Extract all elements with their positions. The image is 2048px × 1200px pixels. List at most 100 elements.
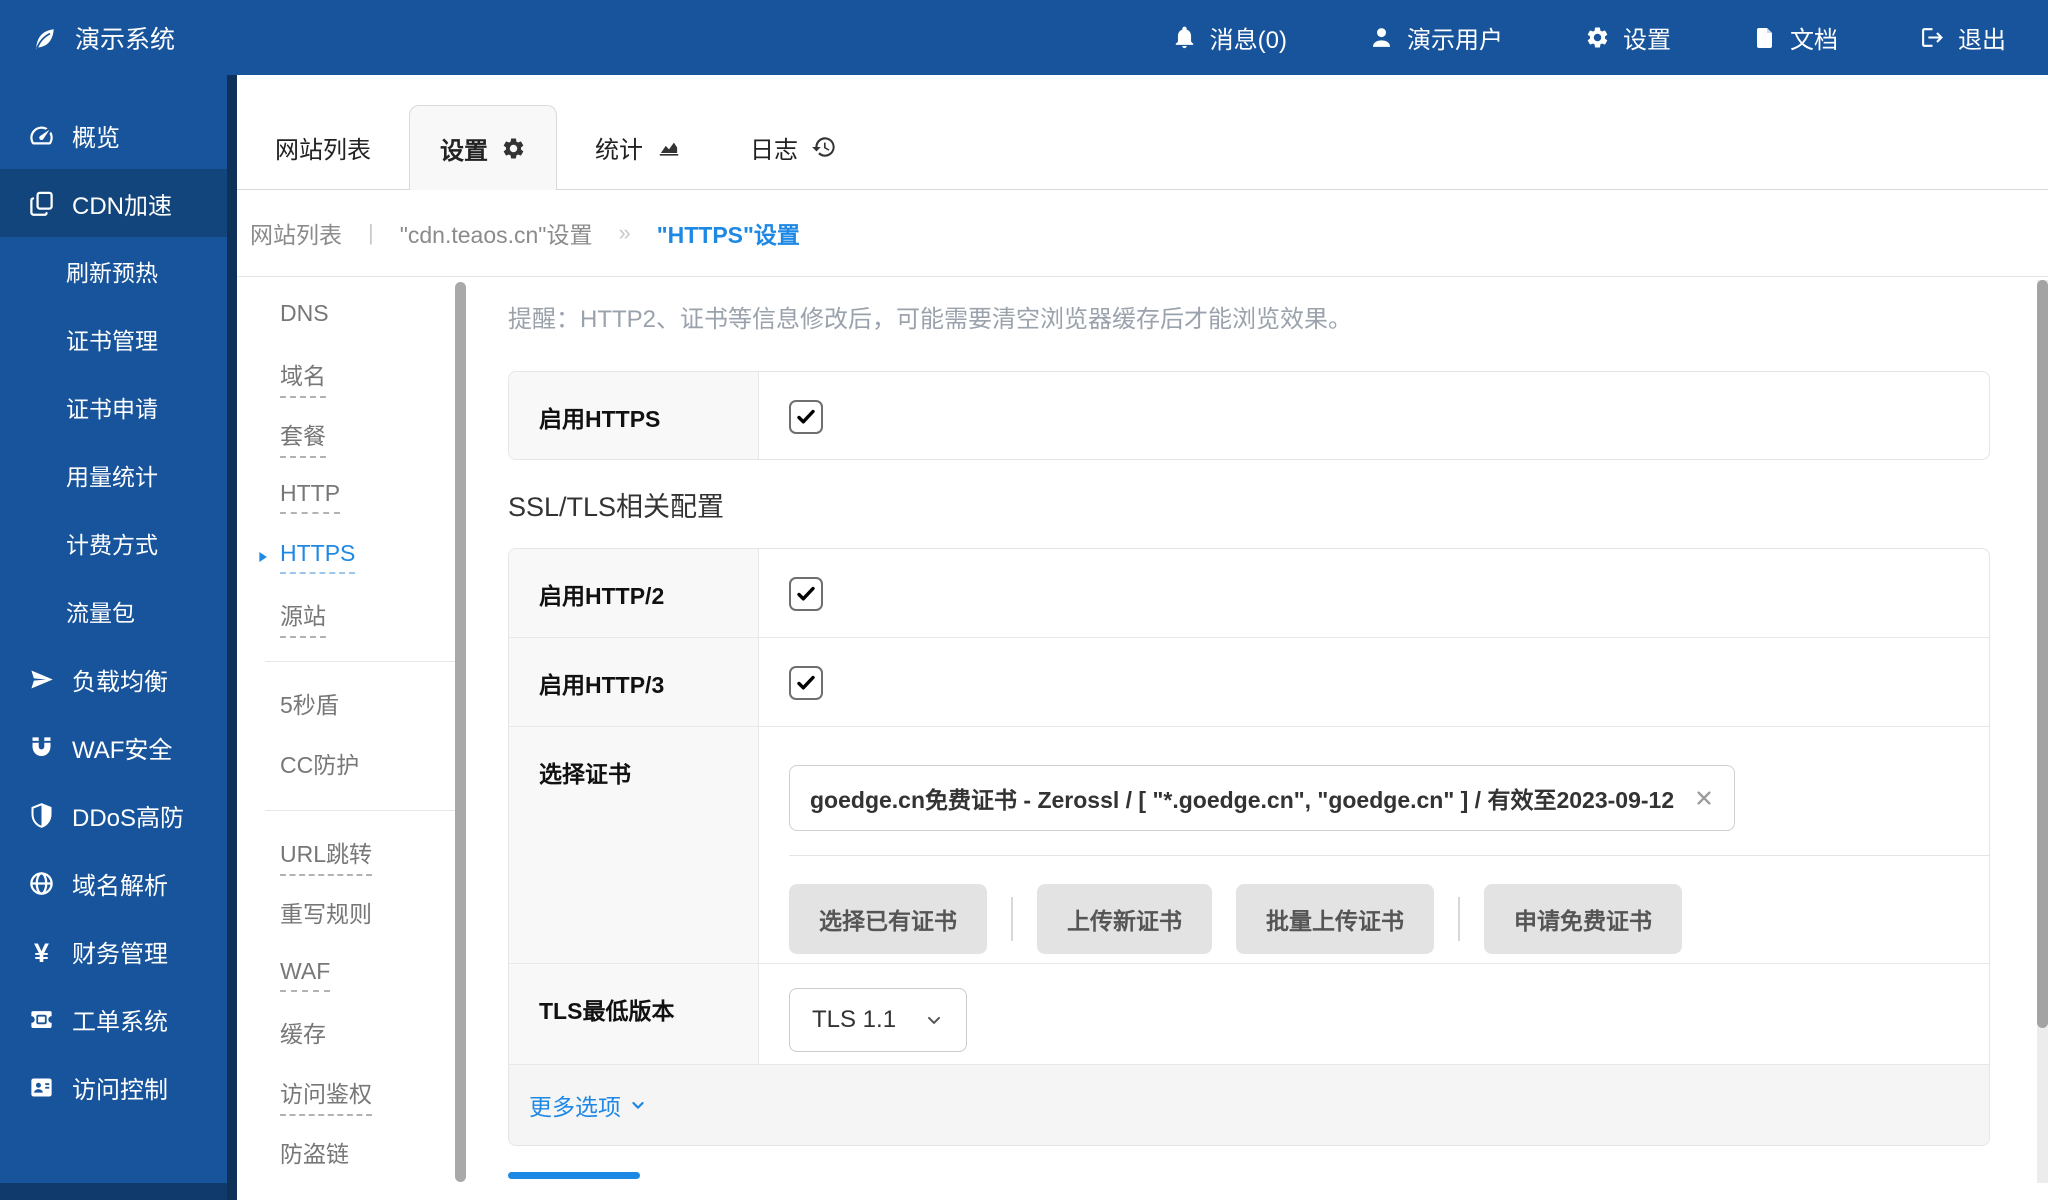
breadcrumb-item-website-list[interactable]: 网站列表	[250, 216, 342, 250]
submenu-item-domain[interactable]: 域名	[237, 347, 455, 407]
page-scrollbar-thumb[interactable]	[2037, 280, 2048, 1028]
sidebar-item-overview[interactable]: 概览	[0, 101, 237, 169]
sidebar-item-label: 域名解析	[72, 866, 168, 901]
tab-bar: 网站列表 设置 统计 日志	[237, 75, 2048, 190]
sidebar-item-refresh-preheat[interactable]: 刷新预热	[0, 237, 237, 305]
user-icon	[1369, 25, 1394, 50]
send-icon	[28, 666, 55, 693]
remove-certificate-icon[interactable]	[1694, 788, 1714, 808]
submenu-item-dns[interactable]: DNS	[237, 287, 455, 347]
http2-checkbox[interactable]	[789, 577, 823, 611]
certificate-tag-text: goedge.cn免费证书 - Zerossl / [ "*.goedge.cn…	[810, 781, 1674, 815]
enable-https-label: 启用HTTPS	[509, 372, 759, 459]
sidebar-item-label: 刷新预热	[66, 254, 158, 288]
submenu-item-cc-protect[interactable]: CC防护	[237, 736, 455, 796]
tls-version-value: TLS 1.1	[759, 964, 1989, 1064]
brand[interactable]: 演示系统	[0, 20, 175, 56]
sidebar-item-label: 流量包	[66, 594, 135, 628]
submenu-item-http[interactable]: HTTP	[237, 467, 455, 527]
submenu-item-5s-shield[interactable]: 5秒盾	[237, 676, 455, 736]
tab-label: 设置	[440, 131, 488, 166]
tab-settings[interactable]: 设置	[409, 105, 557, 190]
submenu-item-url-redirect[interactable]: URL跳转	[237, 825, 455, 885]
breadcrumb-item-https-settings[interactable]: "HTTPS"设置	[657, 216, 800, 250]
submenu-scrollbar[interactable]	[455, 282, 466, 1182]
document-icon	[1753, 26, 1777, 50]
tab-logs[interactable]: 日志	[720, 105, 867, 189]
http3-checkbox[interactable]	[789, 666, 823, 700]
logout-button[interactable]: 退出	[1920, 20, 2006, 55]
certificate-divider	[789, 855, 1989, 856]
sidebar-item-cdn[interactable]: CDN加速	[0, 169, 237, 237]
http2-label: 启用HTTP/2	[509, 549, 759, 637]
sidebar-item-label: 财务管理	[72, 934, 168, 969]
submenu-item-origin[interactable]: 源站	[237, 587, 455, 647]
certificate-value: goedge.cn免费证书 - Zerossl / [ "*.goedge.cn…	[759, 727, 1989, 963]
sidebar-item-billing-method[interactable]: 计费方式	[0, 509, 237, 577]
sidebar-item-traffic-package[interactable]: 流量包	[0, 577, 237, 645]
sidebar-item-cert-manage[interactable]: 证书管理	[0, 305, 237, 373]
sidebar-item-waf[interactable]: WAF安全	[0, 713, 237, 781]
breadcrumb: 网站列表 | "cdn.teaos.cn"设置 » "HTTPS"设置	[237, 190, 2048, 277]
sidebar-item-tickets[interactable]: 工单系统	[0, 985, 237, 1053]
sidebar-item-dns-resolve[interactable]: 域名解析	[0, 849, 237, 917]
batch-upload-cert-button[interactable]: 批量上传证书	[1236, 884, 1434, 954]
tab-website-list[interactable]: 网站列表	[245, 105, 401, 189]
submenu-item-waf[interactable]: WAF	[237, 945, 455, 1005]
sidebar-item-label: 概览	[72, 118, 120, 153]
enable-https-checkbox[interactable]	[789, 400, 823, 434]
upload-new-cert-button[interactable]: 上传新证书	[1037, 884, 1212, 954]
checkmark-icon	[794, 405, 818, 429]
tab-label: 日志	[750, 130, 798, 165]
ssl-settings-table: 启用HTTP/2 启用HTTP/3	[508, 548, 1990, 1146]
table-footer: 更多选项	[509, 1064, 1989, 1145]
sidebar-item-cert-apply[interactable]: 证书申请	[0, 373, 237, 441]
sidebar-item-label: 计费方式	[66, 526, 158, 560]
reminder-text: 提醒：HTTP2、证书等信息修改后，可能需要清空浏览器缓存后才能浏览效果。	[508, 299, 1990, 334]
messages-button[interactable]: 消息(0)	[1172, 20, 1287, 55]
certificate-row: 选择证书 goedge.cn免费证书 - Zerossl / [ "*.goed…	[509, 726, 1989, 963]
certificate-tag: goedge.cn免费证书 - Zerossl / [ "*.goedge.cn…	[789, 765, 1735, 831]
submenu-item-auth[interactable]: 访问鉴权	[237, 1065, 455, 1125]
submenu-divider	[265, 661, 455, 662]
sidebar-item-label: CDN加速	[72, 186, 172, 221]
apply-free-cert-button[interactable]: 申请免费证书	[1484, 884, 1682, 954]
submenu-item-cache[interactable]: 缓存	[237, 1005, 455, 1065]
settings-submenu: DNS 域名 套餐 HTTP HTTPS 源站 5秒盾 CC防护 URL跳转 重…	[237, 277, 455, 1185]
page-scrollbar[interactable]	[2037, 280, 2048, 1183]
tab-statistics[interactable]: 统计	[565, 105, 712, 189]
docs-button[interactable]: 文档	[1753, 20, 1838, 55]
sidebar-item-usage-stats[interactable]: 用量统计	[0, 441, 237, 509]
submenu-item-rewrite-rules[interactable]: 重写规则	[237, 885, 455, 945]
http3-value	[759, 638, 1989, 726]
settings-button[interactable]: 设置	[1585, 20, 1671, 55]
tab-label: 统计	[595, 130, 643, 165]
http2-value	[759, 549, 1989, 637]
yen-icon: ¥	[28, 938, 55, 965]
save-button-partial[interactable]	[508, 1172, 640, 1179]
more-options-link[interactable]: 更多选项	[529, 1088, 647, 1122]
user-menu[interactable]: 演示用户	[1369, 20, 1503, 55]
sidebar-item-finance[interactable]: ¥ 财务管理	[0, 917, 237, 985]
http2-row: 启用HTTP/2	[509, 549, 1989, 637]
sidebar-item-ddos[interactable]: DDoS高防	[0, 781, 237, 849]
tls-version-select[interactable]: TLS 1.1	[789, 988, 967, 1052]
submenu-item-https[interactable]: HTTPS	[237, 527, 455, 587]
enable-https-table: 启用HTTPS	[508, 371, 1990, 460]
leaf-logo-icon	[30, 23, 60, 53]
breadcrumb-item-site-settings[interactable]: "cdn.teaos.cn"设置	[400, 216, 593, 250]
submenu-item-plan[interactable]: 套餐	[237, 407, 455, 467]
history-icon	[811, 134, 837, 160]
submenu-item-hotlink-protect[interactable]: 防盗链	[237, 1125, 455, 1185]
settings-body: DNS 域名 套餐 HTTP HTTPS 源站 5秒盾 CC防护 URL跳转 重…	[237, 277, 2048, 1199]
enable-https-value	[759, 372, 1989, 459]
tls-version-selected: TLS 1.1	[812, 1006, 896, 1034]
select-existing-cert-button[interactable]: 选择已有证书	[789, 884, 987, 954]
sidebar-scrollbar[interactable]	[227, 75, 237, 1200]
sidebar-item-access-control[interactable]: 访问控制	[0, 1053, 237, 1121]
sidebar-footer-strip	[0, 1183, 227, 1200]
layers-icon	[28, 190, 55, 217]
logout-label: 退出	[1958, 20, 2006, 55]
sidebar-item-load-balancer[interactable]: 负载均衡	[0, 645, 237, 713]
gear-icon	[501, 136, 526, 161]
